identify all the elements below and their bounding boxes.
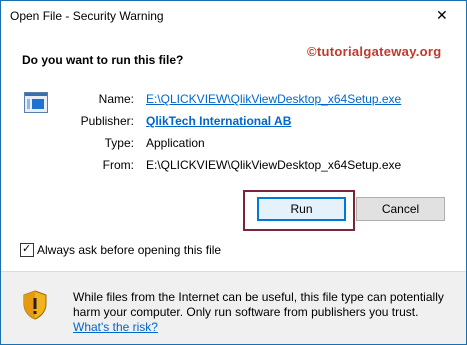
checkmark-icon: ✓ <box>22 243 32 255</box>
name-label: Name: <box>98 92 134 106</box>
from-label: From: <box>102 158 134 172</box>
dialog-question: Do you want to run this file? <box>22 53 184 67</box>
always-ask-label[interactable]: Always ask before opening this file <box>37 243 221 257</box>
run-button[interactable]: Run <box>257 197 346 221</box>
type-value: Application <box>146 136 205 150</box>
close-icon: ✕ <box>436 7 448 23</box>
file-name-link[interactable]: E:\QLICKVIEW\QlikViewDesktop_x64Setup.ex… <box>146 92 401 106</box>
warning-shield-icon <box>23 290 47 320</box>
watermark: ©tutorialgateway.org <box>307 44 442 59</box>
warning-text: While files from the Internet can be use… <box>73 290 444 319</box>
window-title: Open File - Security Warning <box>10 9 164 23</box>
whats-the-risk-link[interactable]: What's the risk? <box>73 320 158 334</box>
title-bar: Open File - Security Warning ✕ <box>1 1 466 33</box>
type-label: Type: <box>104 136 134 150</box>
close-button[interactable]: ✕ <box>419 1 466 32</box>
application-window-icon <box>24 92 48 113</box>
always-ask-checkbox[interactable]: ✓ <box>20 243 34 257</box>
publisher-link[interactable]: QlikTech International AB <box>146 114 291 128</box>
from-value: E:\QLICKVIEW\QlikViewDesktop_x64Setup.ex… <box>146 158 402 172</box>
publisher-label: Publisher: <box>80 114 134 128</box>
cancel-button[interactable]: Cancel <box>356 197 445 221</box>
security-warning-dialog: Open File - Security Warning ✕ Do you wa… <box>0 0 467 345</box>
